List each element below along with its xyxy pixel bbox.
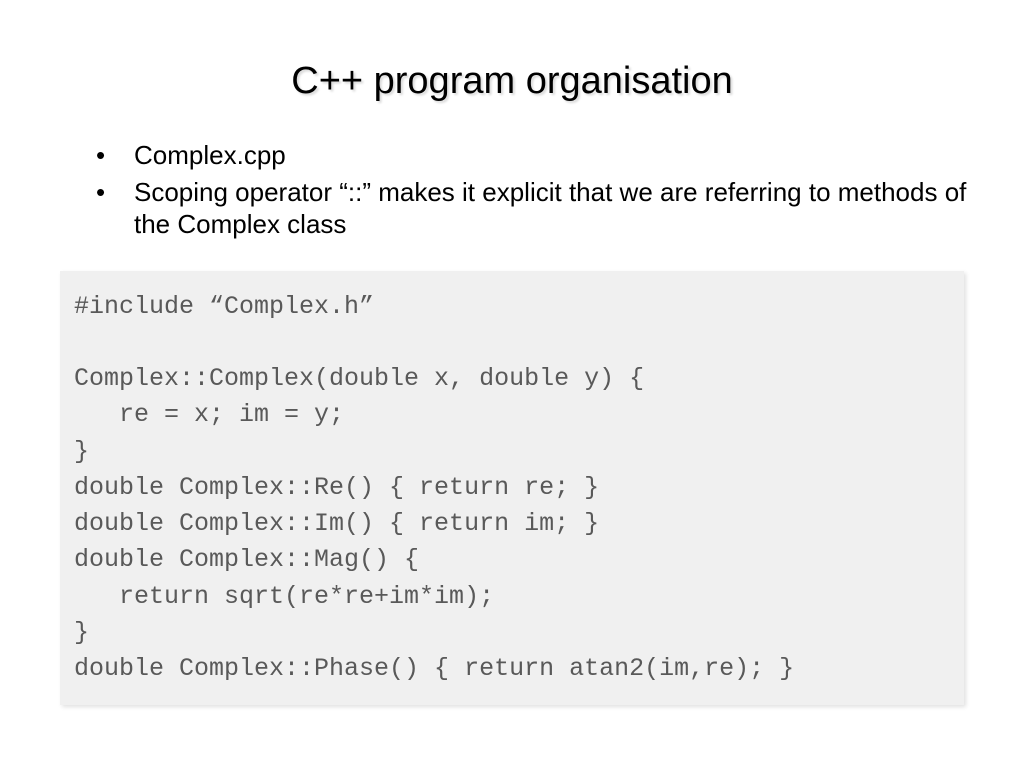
bullet-list: Complex.cpp Scoping operator “::” makes … xyxy=(36,139,988,245)
slide-title: C++ program organisation xyxy=(36,60,988,103)
bullet-item: Complex.cpp xyxy=(96,139,988,172)
slide: C++ program organisation Complex.cpp Sco… xyxy=(0,0,1024,768)
code-block: #include “Complex.h” Complex::Complex(do… xyxy=(60,271,964,706)
bullet-item: Scoping operator “::” makes it explicit … xyxy=(96,176,988,241)
